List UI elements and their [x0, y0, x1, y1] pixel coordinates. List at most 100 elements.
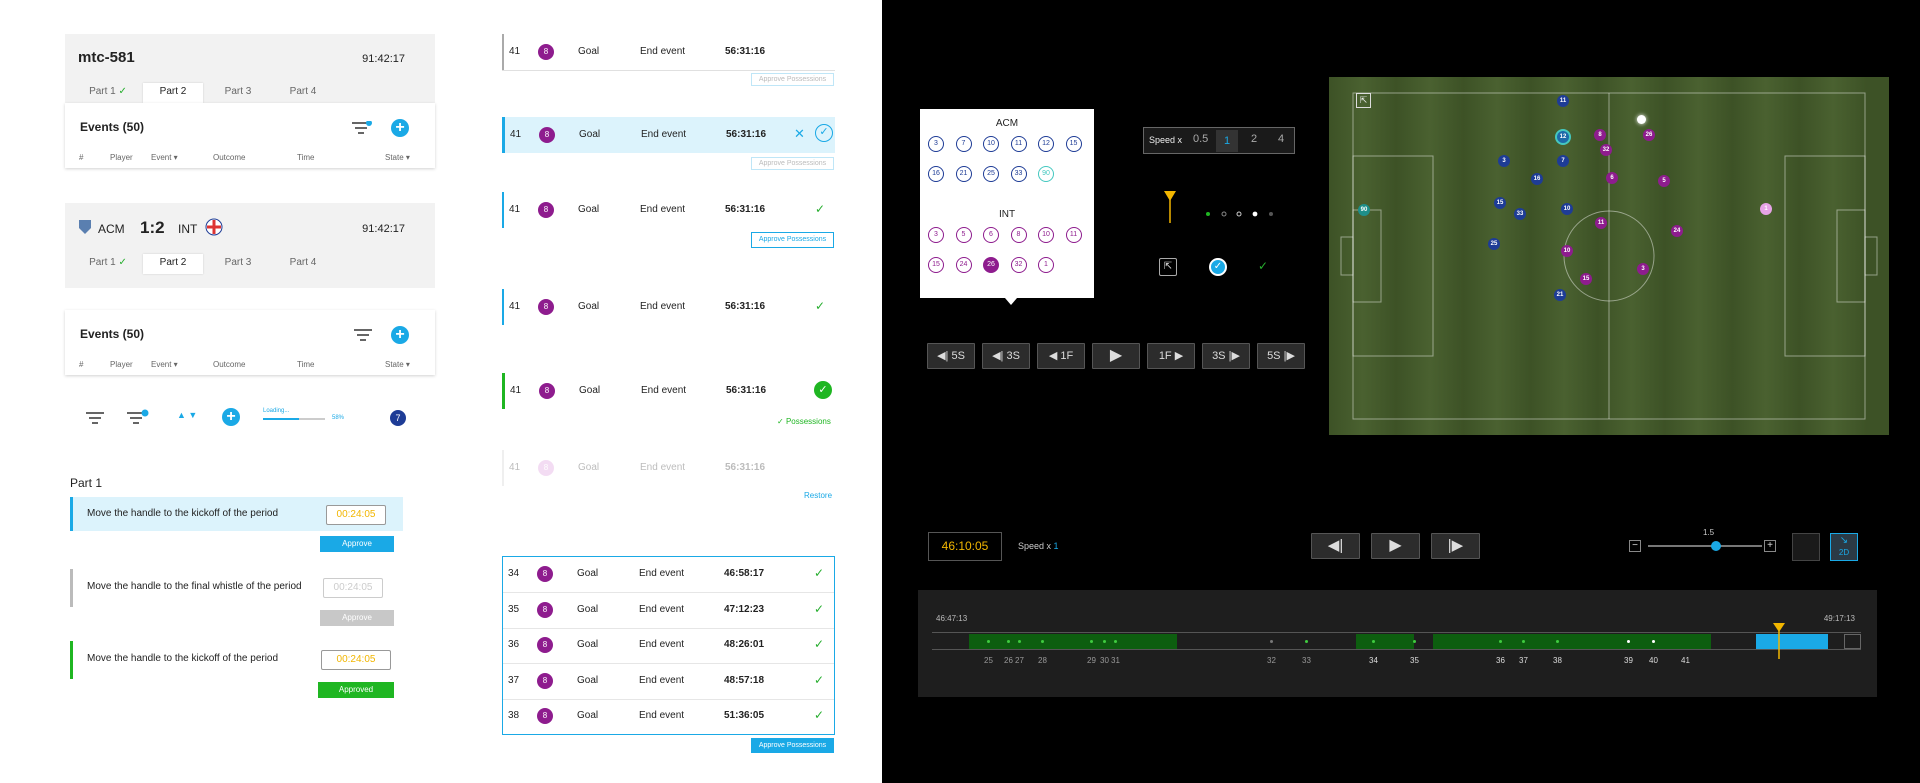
player-marker[interactable]: 12	[1557, 131, 1569, 143]
player-marker[interactable]: 11	[1557, 95, 1569, 107]
jersey-10[interactable]: 10	[983, 136, 999, 152]
speed-opt-0.5[interactable]: 0.5	[1193, 133, 1208, 145]
event-card-5[interactable]: 41 8 Goal End event 56:31:16 ✓	[502, 373, 835, 409]
event-card-4[interactable]: 41 8 Goal End event 56:31:16 ✓	[502, 289, 835, 325]
event-dot[interactable]	[1270, 640, 1273, 643]
task-row[interactable]: Move the handle to the final whistle of …	[70, 569, 403, 607]
player-marker[interactable]: 1	[1760, 203, 1772, 215]
restore-link[interactable]: Restore	[804, 491, 832, 500]
player-marker[interactable]: 16	[1531, 173, 1543, 185]
event-card-2[interactable]: 41 8 Goal End event 56:31:16 ✕ ✓	[502, 117, 835, 153]
sort-arrows-icon[interactable]: ▲ ▼	[177, 410, 197, 420]
jersey-11[interactable]: 11	[1010, 136, 1027, 152]
col-state[interactable]: State ▾	[385, 360, 410, 369]
player-marker[interactable]: 5	[1658, 175, 1670, 187]
expand-icon[interactable]: ⇱	[1159, 258, 1177, 276]
tab-part-1[interactable]: Part 1 ✓	[78, 254, 138, 274]
next-button[interactable]: |▶	[1431, 533, 1480, 559]
table-row[interactable]: 37 8 Goal End event 48:57:18 ✓	[503, 664, 834, 700]
event-dot[interactable]	[1090, 640, 1093, 643]
playhead-icon[interactable]	[1772, 623, 1786, 664]
player-marker[interactable]: 11	[1595, 217, 1607, 229]
jersey-3[interactable]: 3	[928, 136, 944, 152]
tab-part-2[interactable]: Part 2	[143, 254, 203, 274]
player-marker[interactable]: 8	[1594, 129, 1606, 141]
segment-selected[interactable]	[1756, 634, 1828, 649]
fwd-3s-button[interactable]: 3S |▶	[1202, 343, 1250, 369]
add-event-button[interactable]: +	[391, 119, 409, 137]
event-card-6-deleted[interactable]: 41 8 Goal End event 56:31:16	[502, 450, 835, 486]
approved-button[interactable]: Approved	[318, 682, 394, 698]
event-dot[interactable]	[1103, 640, 1106, 643]
task-row-approved[interactable]: Move the handle to the kickoff of the pe…	[70, 641, 403, 679]
back-5s-button[interactable]: ◀| 5S	[927, 343, 975, 369]
jersey-15[interactable]: 15	[928, 257, 944, 273]
tab-part-2[interactable]: Part 2	[143, 83, 203, 103]
segment[interactable]	[1433, 634, 1711, 649]
player-marker[interactable]: 90	[1358, 204, 1370, 216]
player-marker[interactable]: 26	[1643, 129, 1655, 141]
player-marker[interactable]: 6	[1606, 172, 1618, 184]
speed-opt-2[interactable]: 2	[1251, 133, 1257, 145]
approve-button-disabled[interactable]: Approve	[320, 610, 394, 626]
segment-end[interactable]	[1844, 634, 1861, 649]
zoom-out-button[interactable]: −	[1629, 540, 1641, 552]
fwd-5s-button[interactable]: 5S |▶	[1257, 343, 1305, 369]
check-circle-icon[interactable]: ✓	[1209, 258, 1227, 276]
tab-part-1[interactable]: Part 1 ✓	[78, 83, 138, 103]
approve-possessions-button[interactable]: Approve Possessions	[751, 738, 834, 753]
jersey-90[interactable]: 90	[1038, 166, 1054, 182]
event-dot[interactable]	[1413, 640, 1416, 643]
jersey-26[interactable]: 26	[983, 257, 999, 273]
table-row[interactable]: 35 8 Goal End event 47:12:23 ✓	[503, 593, 834, 629]
play-button[interactable]: ▶	[1092, 343, 1140, 369]
event-dot[interactable]	[987, 640, 990, 643]
timeline[interactable]: 46:47:13 49:17:13 25 26 27 28 29 30 31 32 33 34 35…	[918, 590, 1877, 697]
table-row[interactable]: 36 8 Goal End event 48:26:01 ✓	[503, 628, 834, 664]
event-dot[interactable]	[1007, 640, 1010, 643]
jersey-1[interactable]: 1	[1038, 257, 1054, 273]
col-state[interactable]: State ▾	[385, 153, 410, 162]
jersey-10[interactable]: 10	[1038, 227, 1054, 243]
event-dot[interactable]	[1372, 640, 1375, 643]
task-row-active[interactable]: Move the handle to the kickoff of the pe…	[70, 497, 403, 531]
player-marker[interactable]: 3	[1498, 155, 1510, 167]
jersey-5[interactable]: 5	[955, 227, 972, 243]
player-marker[interactable]: 7	[1557, 155, 1569, 167]
jersey-24[interactable]: 24	[955, 257, 972, 273]
approve-button[interactable]: Approve	[320, 536, 394, 552]
jersey-6[interactable]: 6	[983, 227, 999, 243]
player-marker[interactable]: 3	[1637, 263, 1649, 275]
table-row[interactable]: 38 8 Goal End event 51:36:05 ✓	[503, 699, 834, 735]
time-field[interactable]: 00:24:05	[323, 578, 383, 598]
close-icon[interactable]: ✕	[794, 126, 805, 142]
jersey-11[interactable]: 11	[1065, 227, 1082, 243]
event-dot[interactable]	[1114, 640, 1117, 643]
approve-possessions-button[interactable]: Approve Possessions	[751, 232, 834, 248]
approve-possessions-button[interactable]: Approve Possessions	[751, 73, 834, 86]
player-marker[interactable]: 10	[1561, 245, 1573, 257]
filter-icon[interactable]	[86, 411, 104, 430]
jersey-32[interactable]: 32	[1010, 257, 1027, 273]
filter-active-icon[interactable]	[127, 409, 149, 430]
back-1f-button[interactable]: ◀ 1F	[1037, 343, 1085, 369]
back-3s-button[interactable]: ◀| 3S	[982, 343, 1030, 369]
event-dot[interactable]	[1499, 640, 1502, 643]
marker-icon[interactable]	[1162, 191, 1178, 228]
tab-part-4[interactable]: Part 4	[273, 254, 333, 274]
speed-opt-4[interactable]: 4	[1278, 133, 1284, 145]
prev-button[interactable]: ◀|	[1311, 533, 1360, 559]
expand-icon[interactable]: ⇱	[1356, 93, 1371, 108]
filter-icon[interactable]	[352, 120, 372, 135]
tab-part-3[interactable]: Part 3	[208, 254, 268, 274]
event-dot[interactable]	[1652, 640, 1655, 643]
fit-view-icon[interactable]	[1792, 533, 1820, 561]
filter-icon[interactable]	[354, 328, 372, 342]
time-field[interactable]: 00:24:05	[326, 505, 386, 525]
player-marker[interactable]: 32	[1600, 144, 1612, 156]
player-marker[interactable]: 15	[1494, 197, 1506, 209]
jersey-15[interactable]: 15	[1065, 136, 1082, 152]
pitch-view[interactable]: ⇱ 11 12 8 26 32 3 7 16 6 5 15 33 10 11 24 25 10 15 3 21 90 1	[1329, 77, 1889, 435]
fwd-1f-button[interactable]: 1F ▶	[1147, 343, 1195, 369]
jersey-12[interactable]: 12	[1038, 136, 1054, 152]
